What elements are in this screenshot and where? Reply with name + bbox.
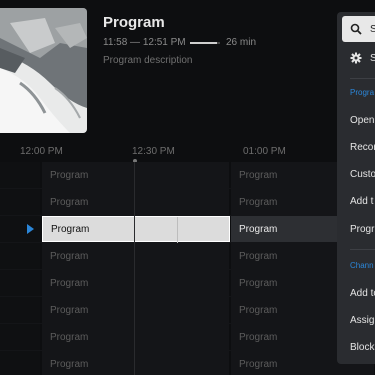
section-header-channel: Chann (350, 261, 374, 270)
program-cell-focused[interactable]: Program (42, 216, 230, 243)
channel-cell[interactable] (0, 351, 41, 375)
timeline-label: 01:00 PM (243, 146, 286, 157)
timeline-label: 12:00 PM (20, 146, 63, 157)
channel-cell[interactable] (0, 162, 41, 188)
program-thumbnail (0, 8, 87, 133)
search-icon (350, 23, 362, 35)
channel-cell[interactable] (0, 189, 41, 215)
channel-cell[interactable] (0, 324, 41, 350)
program-time-range: 11:58 — 12:51 PM (103, 37, 186, 48)
program-cell[interactable]: Program (42, 270, 230, 296)
menu-item-add-to-channel[interactable]: Add to (337, 280, 375, 306)
program-cell-label: Program (51, 223, 90, 235)
menu-item-add-to[interactable]: Add t (337, 188, 375, 214)
menu-item-record[interactable]: Recor (337, 134, 375, 160)
program-cell[interactable]: Program (42, 162, 230, 188)
settings-label: S (370, 52, 375, 64)
table-row: Program Program (0, 270, 375, 297)
timeline-label: 12:30 PM (132, 146, 175, 157)
selection-divider (177, 217, 178, 243)
menu-divider (350, 249, 375, 250)
program-cell[interactable]: Program (42, 324, 230, 350)
table-row: Program Program (0, 189, 375, 216)
menu-item-assign[interactable]: Assig (337, 307, 375, 333)
program-progress-bar (190, 42, 220, 44)
program-duration: 26 min (226, 37, 257, 48)
settings-button[interactable]: S (337, 45, 375, 71)
menu-item-block[interactable]: Block (337, 334, 375, 360)
timeline-header: 12:00 PM 12:30 PM 01:00 PM (0, 144, 375, 163)
table-row: Program Program (0, 351, 375, 375)
side-menu-panel: S S Progra Open Recor Custo Add t Progr … (337, 12, 375, 364)
channel-cell[interactable] (0, 216, 41, 242)
menu-item-program[interactable]: Progr (337, 216, 375, 242)
table-row: Program Program (0, 243, 375, 270)
program-cell[interactable]: Program (42, 189, 230, 215)
program-cell[interactable]: Program (42, 243, 230, 269)
play-icon (27, 224, 34, 234)
program-title: Program (103, 14, 165, 31)
search-button[interactable]: S (342, 16, 375, 42)
menu-item-custom[interactable]: Custo (337, 161, 375, 187)
table-row-selected: Program Program (0, 216, 375, 243)
gear-icon (350, 52, 362, 64)
program-guide-grid: Program Program Program Program Program … (0, 162, 375, 375)
channel-cell[interactable] (0, 270, 41, 296)
program-cell[interactable]: Program (42, 297, 230, 323)
menu-item-open[interactable]: Open (337, 107, 375, 133)
search-label: S (370, 23, 375, 35)
channel-cell[interactable] (0, 243, 41, 269)
current-time-line (134, 162, 135, 375)
program-cell[interactable]: Program (42, 351, 230, 375)
channel-cell[interactable] (0, 297, 41, 323)
menu-divider (350, 78, 375, 79)
program-progress-fill (190, 42, 217, 44)
table-row: Program Program (0, 162, 375, 189)
table-row: Program Program (0, 297, 375, 324)
table-row: Program Program (0, 324, 375, 351)
section-header-program: Progra (350, 88, 375, 97)
program-description: Program description (103, 55, 193, 66)
